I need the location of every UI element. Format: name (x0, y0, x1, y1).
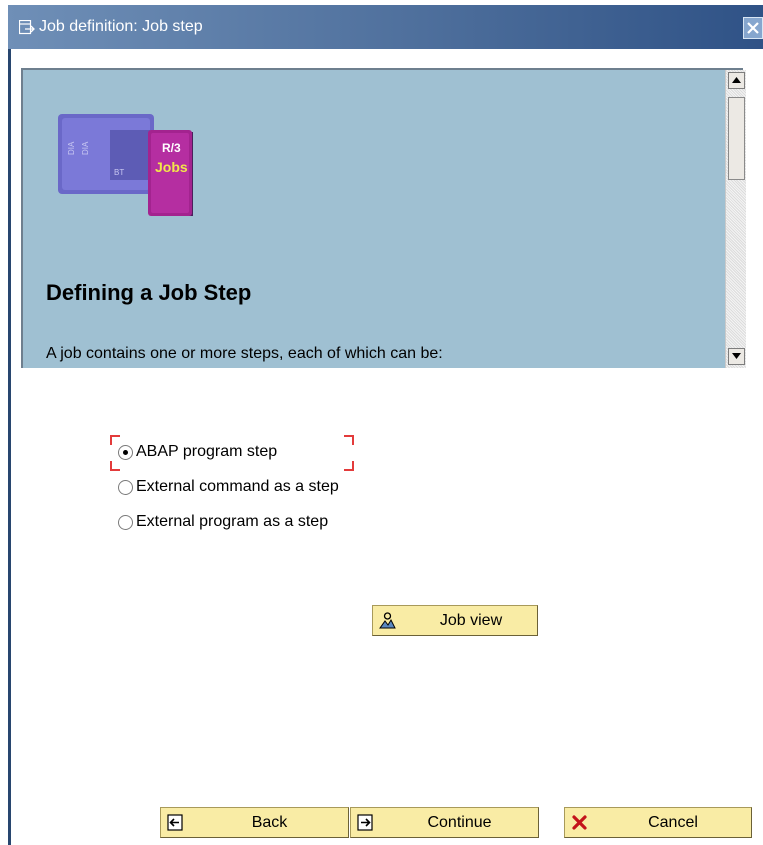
job-view-icon (379, 612, 396, 629)
help-scrollbar[interactable] (725, 70, 746, 368)
job-view-button[interactable]: Job view (372, 605, 538, 636)
back-icon (167, 814, 184, 831)
cancel-x-icon (571, 814, 588, 831)
continue-button[interactable]: Continue (350, 807, 539, 838)
back-button[interactable]: Back (160, 807, 349, 838)
help-panel: DIA DIA BT R/3 Jobs Defining a Job Step … (21, 68, 743, 368)
radio-label: External command as a step (136, 478, 339, 495)
focus-marker (344, 461, 354, 471)
title-bar: Job definition: Job step (8, 5, 763, 49)
continue-label: Continue (427, 814, 492, 831)
radio-button[interactable] (118, 444, 133, 460)
svg-text:DIA: DIA (81, 141, 90, 155)
radio-button[interactable] (118, 514, 133, 530)
dialog-window: Job definition: Job step DIA DIA BT R/3 … (8, 5, 763, 845)
window-left-edge (8, 49, 11, 845)
focus-marker (344, 435, 354, 445)
arrow-up-icon (732, 77, 741, 83)
scroll-thumb[interactable] (728, 97, 745, 180)
radio-abap-program-step[interactable]: ABAP program step (118, 440, 277, 464)
job-view-label: Job view (439, 612, 503, 629)
window-title: Job definition: Job step (39, 18, 203, 35)
close-icon (747, 22, 759, 34)
logo-text-jobs: Jobs (155, 159, 188, 175)
scroll-down-button[interactable] (728, 348, 745, 365)
back-label: Back (251, 814, 288, 831)
arrow-down-icon (732, 353, 741, 359)
svg-text:BT: BT (114, 168, 124, 177)
radio-label: External program as a step (136, 513, 329, 530)
radio-label: ABAP program step (136, 443, 278, 460)
window-icon (18, 19, 35, 35)
continue-icon (357, 814, 374, 831)
cancel-label: Cancel (648, 814, 698, 831)
svg-text:DIA: DIA (67, 141, 76, 155)
radio-external-program[interactable]: External program as a step (118, 510, 328, 534)
r3-jobs-logo: DIA DIA BT R/3 Jobs (58, 110, 198, 220)
radio-button[interactable] (118, 479, 133, 495)
cancel-button[interactable]: Cancel (564, 807, 752, 838)
help-intro-text: A job contains one or more steps, each o… (46, 345, 443, 362)
scroll-up-button[interactable] (728, 72, 745, 89)
logo-text-r3: R/3 (162, 141, 181, 155)
close-button[interactable] (743, 17, 763, 39)
radio-external-command[interactable]: External command as a step (118, 475, 339, 499)
help-heading: Defining a Job Step (46, 280, 252, 305)
